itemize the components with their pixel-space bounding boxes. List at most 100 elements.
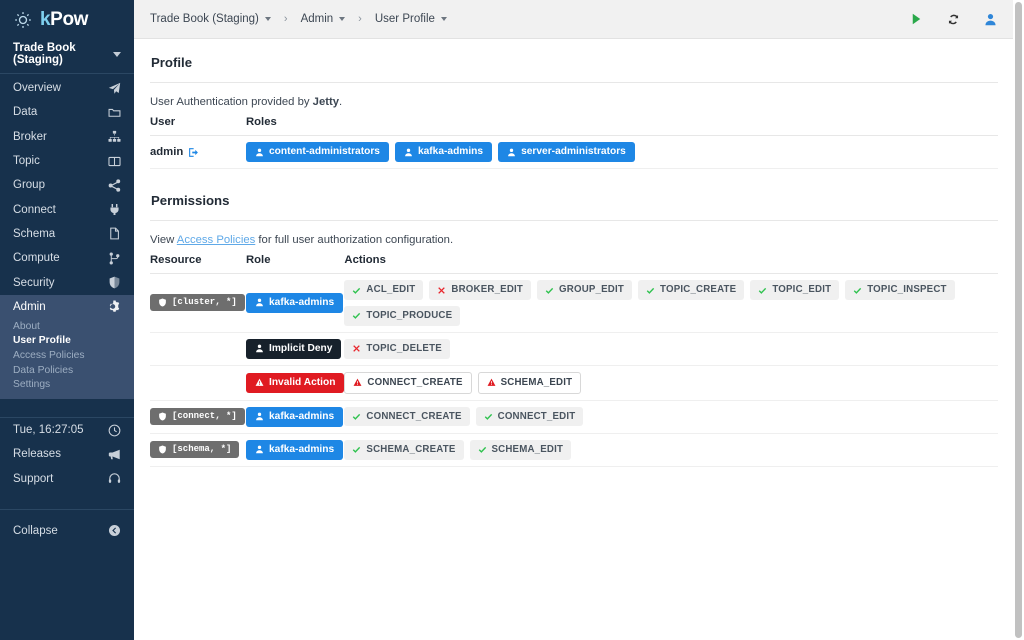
sidebar-item-topic[interactable]: Topic <box>0 149 134 173</box>
cluster-selector[interactable]: Trade Book (Staging) <box>0 39 134 69</box>
role-chip[interactable]: kafka-admins <box>246 293 343 313</box>
brand-logo[interactable]: kPow <box>0 0 134 39</box>
play-icon[interactable] <box>909 12 924 27</box>
headset-icon <box>108 472 121 485</box>
plug-icon <box>108 203 121 216</box>
action-chip-list: CONNECT_CREATE CONNECT_EDIT <box>344 407 998 427</box>
resource-chip[interactable]: [cluster, *] <box>150 294 245 311</box>
sidebar-subitem-about[interactable]: About <box>0 319 134 334</box>
sidebar-subitem-user-profile[interactable]: User Profile <box>0 334 134 349</box>
auth-suffix: . <box>339 96 342 108</box>
action-chip-list: TOPIC_DELETE <box>344 339 998 359</box>
table-row: [schema, *]kafka-adminsSCHEMA_CREATESCHE… <box>150 433 998 466</box>
action-chip[interactable]: TOPIC_INSPECT <box>845 280 954 300</box>
check-icon <box>352 286 361 295</box>
check-icon <box>758 286 767 295</box>
sidebar-item-schema[interactable]: Schema <box>0 222 134 246</box>
footer-nav: Tue, 16:27:05 Releases Support <box>0 418 134 491</box>
role-chip-label: Implicit Deny <box>269 344 332 354</box>
action-chip[interactable]: SCHEMA_CREATE <box>344 440 463 460</box>
permissions-col-role: Role <box>246 254 344 274</box>
sidebar-item-clock[interactable]: Tue, 16:27:05 <box>0 418 134 442</box>
breadcrumb: Trade Book (Staging) › Admin › User Prof… <box>148 13 449 25</box>
permissions-resource-cell: [schema, *] <box>150 433 246 466</box>
sidebar-item-admin[interactable]: Admin <box>0 295 134 319</box>
role-chip[interactable]: Invalid Action <box>246 373 344 393</box>
sidebar-subitem-settings[interactable]: Settings <box>0 377 134 392</box>
user-shield-icon <box>255 412 264 421</box>
action-chip-label: TOPIC_EDIT <box>772 285 831 295</box>
role-chip[interactable]: kafka-admins <box>395 142 492 162</box>
sidebar-subitem-data-policies-label: Data Policies <box>13 365 73 376</box>
sidebar-item-data[interactable]: Data <box>0 100 134 124</box>
sidebar-item-connect[interactable]: Connect <box>0 197 134 221</box>
breadcrumb-item-admin-label: Admin <box>301 13 334 25</box>
action-chip[interactable]: SCHEMA_EDIT <box>470 440 572 460</box>
sidebar-subitem-data-policies[interactable]: Data Policies <box>0 363 134 378</box>
resource-chip[interactable]: [connect, *] <box>150 408 245 425</box>
sidebar-item-support[interactable]: Support <box>0 467 134 491</box>
sign-out-icon[interactable] <box>188 147 199 158</box>
action-chip[interactable]: SCHEMA_EDIT <box>478 372 582 394</box>
sidebar-item-releases-label: Releases <box>13 448 61 460</box>
access-policies-link[interactable]: Access Policies <box>177 234 255 246</box>
role-chip[interactable]: Implicit Deny <box>246 339 341 359</box>
columns-icon <box>108 155 121 168</box>
sidebar-subitem-access-policies-label: Access Policies <box>13 350 85 361</box>
action-chip[interactable]: CONNECT_CREATE <box>344 407 469 427</box>
breadcrumb-item-user-profile-label: User Profile <box>375 13 435 25</box>
role-chip-list: content-administrators kafka-admins serv… <box>246 142 998 162</box>
action-chip-list: SCHEMA_CREATE SCHEMA_EDIT <box>344 440 998 460</box>
action-chip[interactable]: BROKER_EDIT <box>429 280 531 300</box>
action-chip-label: TOPIC_DELETE <box>366 344 441 354</box>
permissions-note: View Access Policies for full user autho… <box>150 221 998 246</box>
profile-table-body: admin content-administrators <box>150 136 998 169</box>
refresh-icon[interactable] <box>946 12 961 27</box>
action-chip-label: TOPIC_INSPECT <box>867 285 946 295</box>
action-chip-label: CONNECT_CREATE <box>367 378 462 388</box>
action-chip[interactable]: CONNECT_EDIT <box>476 407 584 427</box>
sidebar-item-group[interactable]: Group <box>0 173 134 197</box>
breadcrumb-item-admin[interactable]: Admin <box>299 13 348 25</box>
breadcrumb-item-cluster[interactable]: Trade Book (Staging) <box>148 13 273 25</box>
sidebar-item-overview[interactable]: Overview <box>0 76 134 100</box>
action-chip[interactable]: ACL_EDIT <box>344 280 423 300</box>
resource-chip-label: [cluster, *] <box>172 298 237 307</box>
user-shield-icon <box>255 148 264 157</box>
sidebar-item-compute-label: Compute <box>13 252 60 264</box>
role-chip-label: content-administrators <box>269 147 380 157</box>
scrollbar-thumb[interactable] <box>1015 2 1022 638</box>
sidebar-subitem-access-policies[interactable]: Access Policies <box>0 348 134 363</box>
role-chip[interactable]: content-administrators <box>246 142 389 162</box>
resource-chip[interactable]: [schema, *] <box>150 441 239 458</box>
topbar: Trade Book (Staging) › Admin › User Prof… <box>134 0 1024 39</box>
sidebar-collapse-button[interactable]: Collapse <box>0 519 134 543</box>
sidebar-item-releases[interactable]: Releases <box>0 442 134 466</box>
user-icon[interactable] <box>983 12 998 27</box>
role-chip[interactable]: kafka-admins <box>246 407 343 427</box>
sidebar-item-compute[interactable]: Compute <box>0 246 134 270</box>
role-chip[interactable]: kafka-admins <box>246 440 343 460</box>
permissions-col-actions: Actions <box>344 254 998 274</box>
action-chip[interactable]: TOPIC_EDIT <box>750 280 839 300</box>
action-chip[interactable]: TOPIC_CREATE <box>638 280 744 300</box>
role-chip[interactable]: server-administrators <box>498 142 635 162</box>
breadcrumb-separator-1: › <box>273 13 299 25</box>
action-chip[interactable]: GROUP_EDIT <box>537 280 632 300</box>
action-chip[interactable]: TOPIC_DELETE <box>344 339 449 359</box>
action-chip[interactable]: TOPIC_PRODUCE <box>344 306 460 326</box>
sidebar-divider-bottom <box>0 509 134 510</box>
gear-icon <box>13 10 33 30</box>
sidebar-item-security[interactable]: Security <box>0 270 134 294</box>
breadcrumb-item-user-profile[interactable]: User Profile <box>373 13 449 25</box>
permissions-actions-cell: SCHEMA_CREATE SCHEMA_EDIT <box>344 433 998 466</box>
sidebar-item-data-label: Data <box>13 106 37 118</box>
sidebar-item-broker[interactable]: Broker <box>0 125 134 149</box>
chevron-down-icon <box>339 17 345 21</box>
table-row: admin content-administrators <box>150 136 998 169</box>
sidebar-item-support-label: Support <box>13 473 53 485</box>
action-chip[interactable]: CONNECT_CREATE <box>344 372 471 394</box>
vertical-scrollbar[interactable] <box>1013 0 1024 640</box>
user-shield-icon <box>255 445 264 454</box>
shield-icon <box>158 412 167 421</box>
